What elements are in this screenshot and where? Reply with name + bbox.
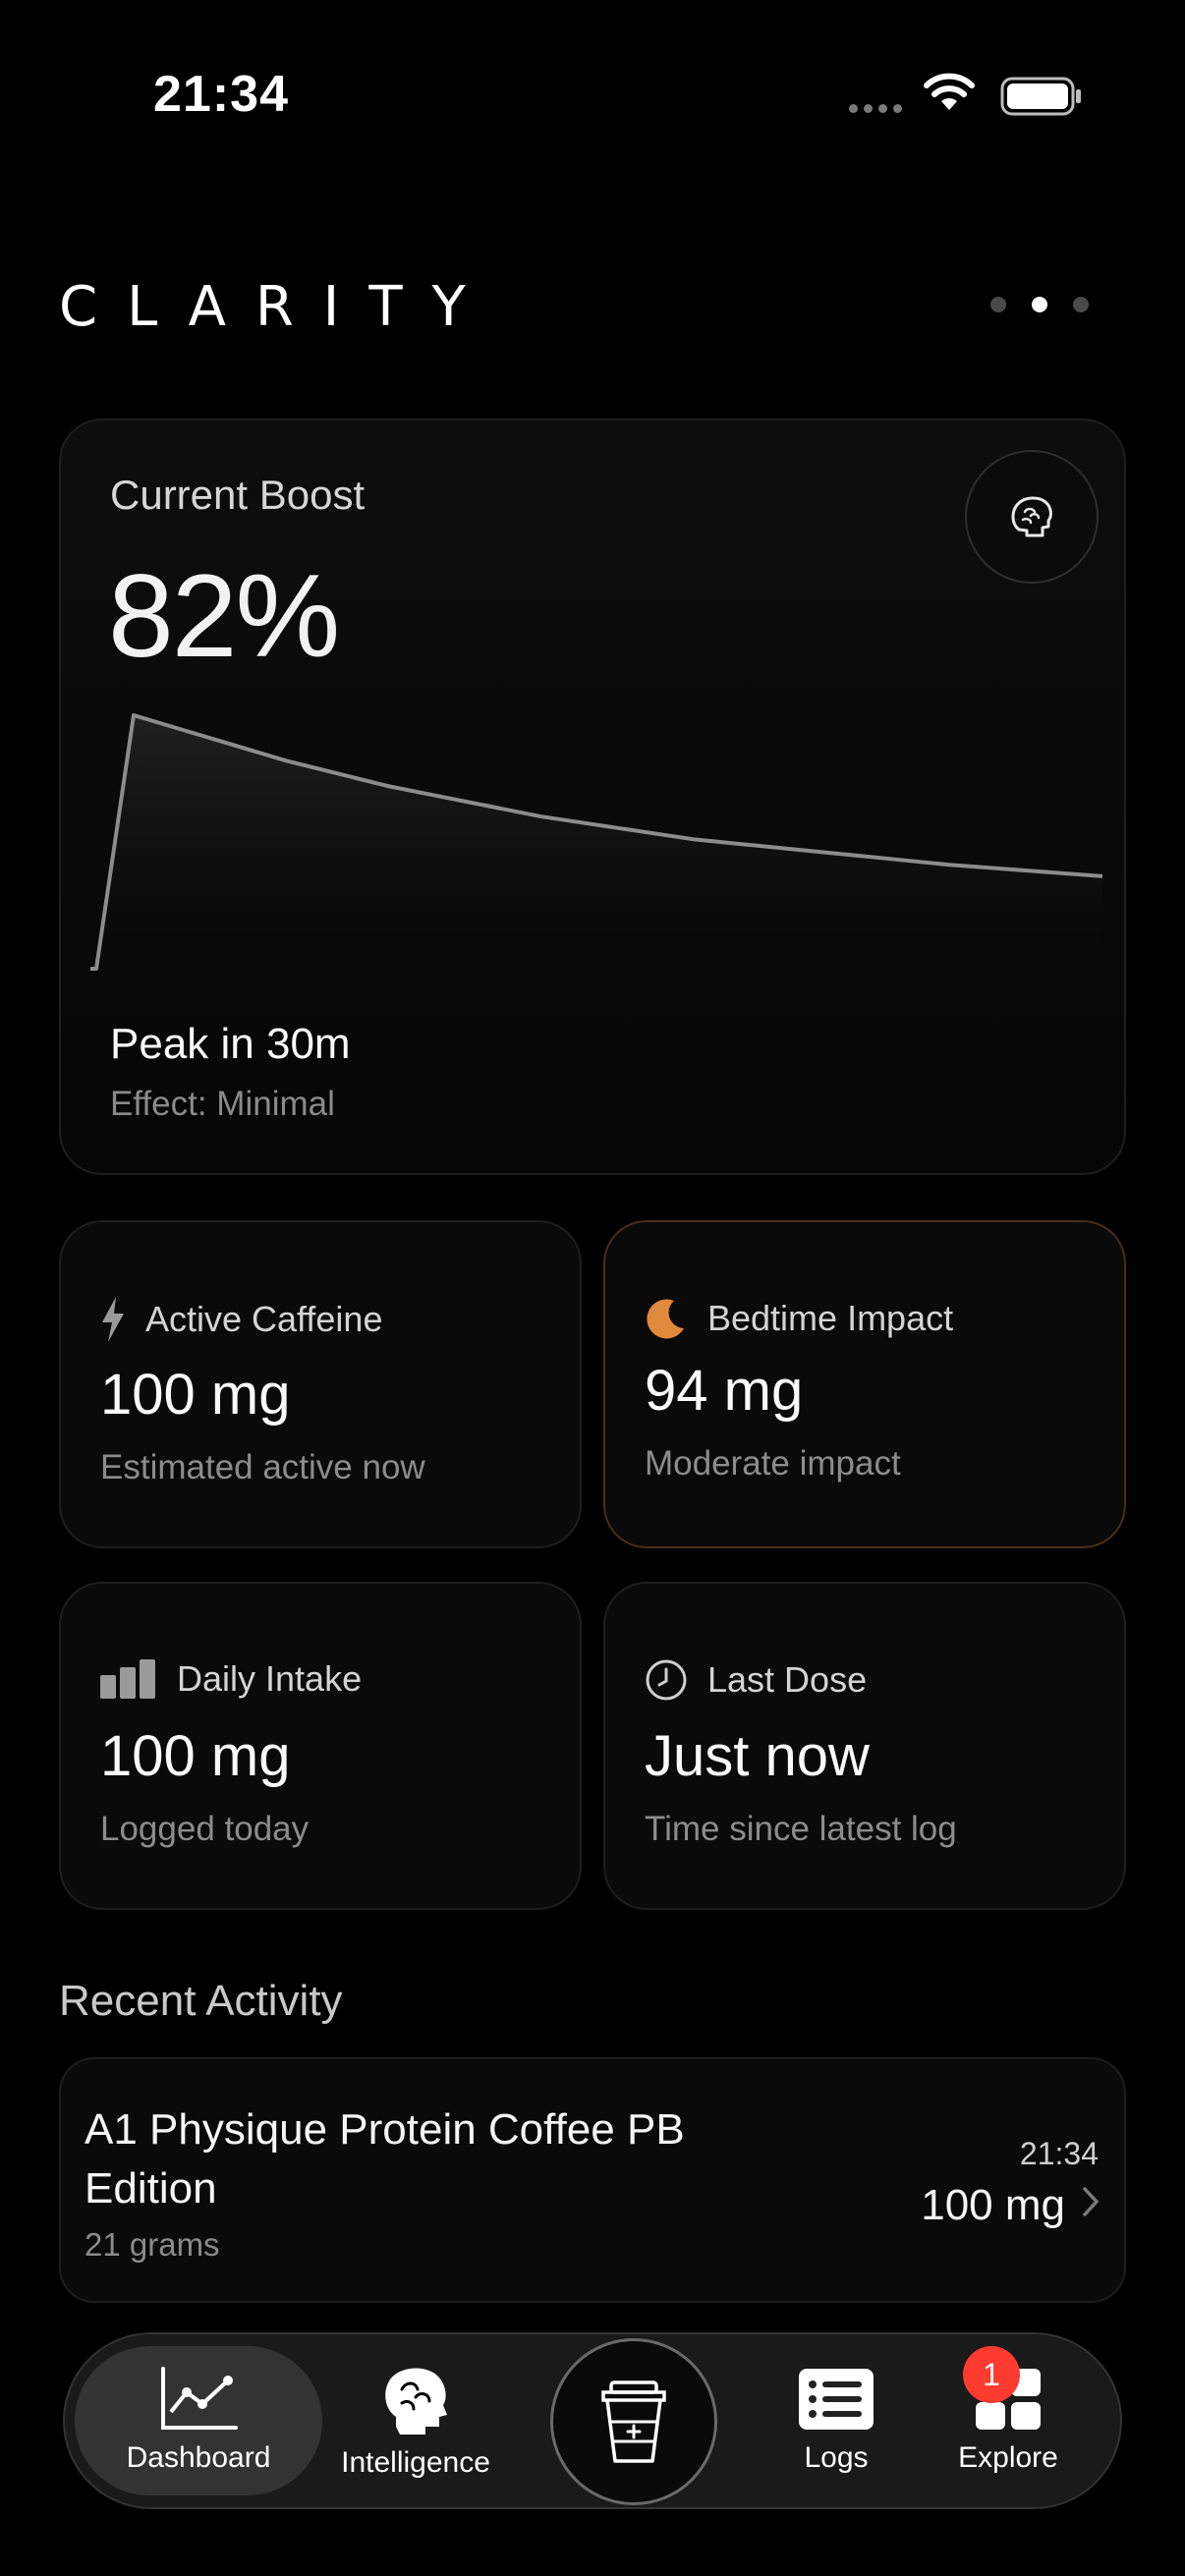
tab-label: Intelligence [341, 2446, 490, 2479]
bolt-icon [102, 1297, 124, 1342]
chevron-right-icon [1083, 2187, 1100, 2216]
wifi-icon [924, 73, 975, 110]
last-dose-card[interactable]: Last Dose Just now Time since latest log [603, 1582, 1126, 1910]
page-dot-active[interactable] [1032, 297, 1047, 312]
activity-time: 21:34 [1019, 2136, 1099, 2171]
current-boost-card[interactable]: Current Boost 82% Peak in 30m Effect: Mi… [59, 419, 1126, 1175]
signal-dots-icon [849, 104, 908, 114]
tab-label: Dashboard [126, 2441, 271, 2474]
activity-amount: 100 mg [921, 2181, 1065, 2229]
stat-subtext: Time since latest log [645, 1810, 957, 1848]
tab-logs[interactable]: Logs [753, 2334, 920, 2507]
page-dot[interactable] [990, 297, 1006, 312]
boost-value: 82% [108, 550, 340, 682]
stat-subtext: Estimated active now [100, 1448, 425, 1486]
moon-icon [647, 1299, 684, 1339]
clock-icon [646, 1659, 687, 1701]
stat-value: Just now [645, 1724, 870, 1788]
boost-curve-chart [90, 713, 1103, 990]
stat-label: Bedtime Impact [707, 1298, 954, 1338]
bedtime-impact-card[interactable]: Bedtime Impact 94 mg Moderate impact [603, 1220, 1126, 1548]
page-indicator[interactable] [990, 297, 1089, 312]
peak-text: Peak in 30m [110, 1020, 351, 1068]
stat-value: 100 mg [100, 1363, 291, 1427]
status-time: 21:34 [153, 66, 289, 123]
section-title-recent-activity: Recent Activity [59, 1977, 343, 2025]
notification-badge: 1 [963, 2346, 1020, 2403]
tab-label: Logs [804, 2441, 869, 2474]
brain-icon [1011, 496, 1052, 537]
tab-dashboard[interactable]: Dashboard [75, 2346, 322, 2495]
stat-label: Daily Intake [177, 1658, 363, 1699]
active-caffeine-card[interactable]: Active Caffeine 100 mg Estimated active … [59, 1220, 582, 1548]
bars-icon [100, 1659, 155, 1699]
brain-button[interactable] [965, 450, 1099, 584]
app-title: CLARITY [59, 275, 495, 339]
list-icon [799, 2369, 874, 2430]
daily-intake-card[interactable]: Daily Intake 100 mg Logged today [59, 1582, 582, 1910]
stat-subtext: Moderate impact [645, 1444, 901, 1483]
tab-intelligence[interactable]: Intelligence [322, 2334, 509, 2507]
page-dot[interactable] [1073, 297, 1089, 312]
boost-label: Current Boost [110, 472, 366, 518]
chart-line-icon [161, 2367, 238, 2430]
cup-add-icon [601, 2380, 666, 2463]
activity-item[interactable]: A1 Physique Protein Coffee PB Edition 21… [59, 2057, 1126, 2303]
activity-name: A1 Physique Protein Coffee PB Edition [85, 2105, 685, 2212]
stat-value: 100 mg [100, 1724, 291, 1788]
tab-bar: Dashboard Intelligence Logs Explore [63, 2332, 1122, 2509]
add-dose-button[interactable] [550, 2338, 717, 2505]
stat-value: 94 mg [645, 1359, 804, 1423]
tab-label: Explore [958, 2441, 1058, 2474]
stat-label: Last Dose [707, 1659, 868, 1700]
stat-label: Active Caffeine [145, 1299, 383, 1339]
battery-icon [1000, 77, 1081, 116]
boost-area [90, 715, 1102, 990]
effect-text: Effect: Minimal [110, 1085, 335, 1123]
head-brain-icon [385, 2368, 447, 2435]
activity-size: 21 grams [85, 2226, 220, 2263]
stat-subtext: Logged today [100, 1810, 310, 1848]
